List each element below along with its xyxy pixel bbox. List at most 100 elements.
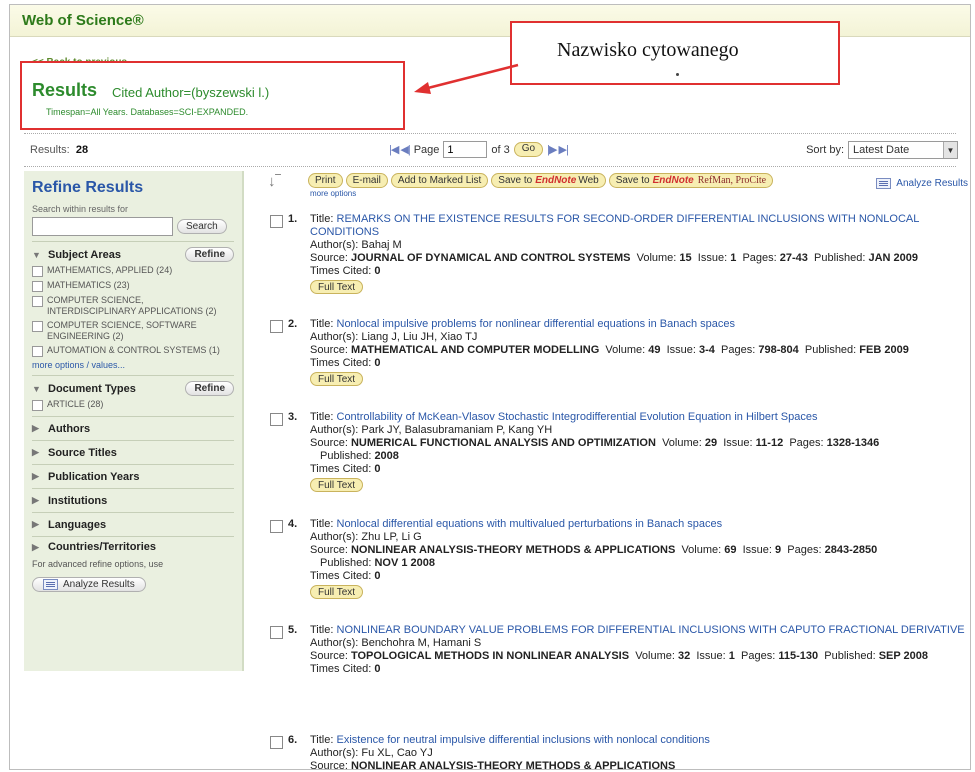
refine-sidebar: Refine Results Search within results for… (24, 171, 244, 671)
checkbox[interactable] (32, 266, 43, 277)
divider (24, 133, 956, 134)
expand-triangle-icon: ▶ (32, 423, 39, 433)
results-summary-box: Results Cited Author=(byszewski l.) Time… (20, 61, 405, 130)
list-item: 3. Title: Controllability of McKean-Vlas… (268, 411, 968, 518)
refine-subject-button[interactable]: Refine (185, 247, 234, 262)
save-to-endnote-refman-button[interactable]: Save to EndNote RefMan, ProCite (608, 173, 774, 188)
subject-areas-header[interactable]: ▼ Subject Areas Refine (32, 247, 234, 262)
sort-select[interactable]: Latest Date ▼ (848, 141, 958, 159)
annotation-text: Nazwisko cytowanego (557, 39, 739, 61)
expand-triangle-icon: ▶ (32, 519, 39, 529)
expand-triangle-icon: ▶ (32, 447, 39, 457)
countries-section[interactable]: ▶ Countries/Territories (32, 537, 234, 557)
add-to-marked-list-button[interactable]: Add to Marked List (390, 173, 489, 188)
record-checkbox[interactable] (270, 320, 283, 333)
page-label: Page (413, 143, 440, 156)
advanced-refine-text: For advanced refine options, use (32, 559, 164, 569)
annotation-dot (676, 73, 679, 76)
publication-years-section[interactable]: ▶ Publication Years (32, 465, 234, 489)
checkbox[interactable] (32, 281, 43, 292)
languages-section[interactable]: ▶ Languages (32, 513, 234, 537)
subject-filter-item[interactable]: AUTOMATION & CONTROL SYSTEMS (1) (32, 345, 234, 357)
full-text-button[interactable]: Full Text (310, 280, 364, 294)
list-item: 5. Title: NONLINEAR BOUNDARY VALUE PROBL… (268, 624, 968, 734)
document-types-header[interactable]: ▼ Document Types Refine (32, 381, 234, 396)
select-arrow-icon: ↓‾ (268, 173, 281, 190)
expand-triangle-icon: ▶ (32, 495, 39, 505)
results-list: 1. Title: REMARKS ON THE EXISTENCE RESUL… (268, 213, 968, 769)
first-prev-page-icon[interactable]: |◀ ◀| (389, 143, 411, 156)
record-title-link[interactable]: NONLINEAR BOUNDARY VALUE PROBLEMS FOR DI… (337, 624, 965, 636)
results-toolbar: Results: 28 |◀ ◀| Page of 3 Go |▶ ▶| Sor… (24, 138, 958, 164)
subject-filter-item[interactable]: MATHEMATICS (23) (32, 280, 234, 292)
record-title-link[interactable]: Existence for neutral impulsive differen… (337, 734, 710, 746)
checkbox[interactable] (32, 321, 43, 332)
save-to-endnote-web-button[interactable]: Save to EndNote Web (491, 173, 606, 188)
subject-filter-item[interactable]: MATHEMATICS, APPLIED (24) (32, 265, 234, 277)
record-title-link[interactable]: REMARKS ON THE EXISTENCE RESULTS FOR SEC… (310, 213, 919, 238)
institutions-section[interactable]: ▶ Institutions (32, 489, 234, 513)
list-icon (876, 178, 892, 189)
record-checkbox[interactable] (270, 413, 283, 426)
results-heading: Results (32, 80, 98, 100)
browser-frame: Web of Science® << Back to previous Resu… (9, 4, 971, 770)
checkbox[interactable] (32, 296, 43, 307)
full-text-button[interactable]: Full Text (310, 585, 364, 599)
search-within-input[interactable] (32, 217, 173, 236)
sort-control: Sort by: Latest Date ▼ (806, 141, 958, 159)
results-count: 28 (75, 144, 89, 156)
pager: |◀ ◀| Page of 3 Go |▶ ▶| (389, 141, 569, 158)
record-title-link[interactable]: Nonlocal impulsive problems for nonlinea… (337, 318, 735, 330)
sort-label: Sort by: (806, 144, 844, 156)
timespan-info: Timespan=All Years. Databases=SCI-EXPAND… (46, 107, 249, 117)
sort-value: Latest Date (853, 144, 910, 156)
refine-results-title: Refine Results (32, 179, 144, 196)
collapse-triangle-icon: ▼ (32, 249, 41, 260)
results-count-label: Results: 28 (30, 144, 89, 156)
full-text-button[interactable]: Full Text (310, 478, 364, 492)
record-checkbox[interactable] (270, 215, 283, 228)
record-actions-bar: ↓‾ Print E-mail Add to Marked List Save … (268, 171, 968, 198)
checkbox[interactable] (32, 400, 43, 411)
record-title-link[interactable]: Controllability of McKean-Vlasov Stochas… (337, 411, 818, 423)
record-number: 6. (288, 734, 298, 746)
record-checkbox[interactable] (270, 736, 283, 749)
analyze-results-button[interactable]: Analyze Results (32, 577, 146, 592)
record-checkbox[interactable] (270, 626, 283, 639)
more-options-link[interactable]: more options / values... (32, 360, 234, 370)
search-within-hint: Search within results for (32, 204, 129, 214)
email-button[interactable]: E-mail (345, 173, 388, 188)
annotation-arrow-icon (414, 63, 519, 94)
list-item: 4. Title: Nonlocal differential equation… (268, 518, 968, 624)
subject-filter-item[interactable]: COMPUTER SCIENCE, INTERDISCIPLINARY APPL… (32, 295, 234, 317)
cited-author-query: Cited Author=(byszewski l.) (112, 85, 270, 100)
record-number: 2. (288, 318, 298, 330)
subject-filter-item[interactable]: COMPUTER SCIENCE, SOFTWARE ENGINEERING (… (32, 320, 234, 342)
chevron-down-icon: ▼ (943, 142, 957, 158)
wos-logo-title[interactable]: Web of Science® (22, 12, 144, 29)
divider (24, 166, 956, 167)
record-checkbox[interactable] (270, 520, 283, 533)
more-options-link[interactable]: more options (310, 189, 356, 198)
expand-triangle-icon: ▶ (32, 471, 39, 481)
list-item: 1. Title: REMARKS ON THE EXISTENCE RESUL… (268, 213, 968, 318)
print-button[interactable]: Print (308, 173, 343, 188)
list-icon (43, 579, 58, 590)
refine-doctype-button[interactable]: Refine (185, 381, 234, 396)
record-title-link[interactable]: Nonlocal differential equations with mul… (337, 518, 723, 530)
annotation-callout: Nazwisko cytowanego (510, 21, 840, 85)
list-item: 2. Title: Nonlocal impulsive problems fo… (268, 318, 968, 411)
search-button[interactable]: Search (177, 219, 227, 234)
record-number: 1. (288, 213, 298, 225)
list-item: 6. Title: Existence for neutral impulsiv… (268, 734, 968, 769)
page-number-input[interactable] (443, 141, 488, 158)
analyze-results-link[interactable]: Analyze Results (876, 178, 968, 189)
go-button[interactable]: Go (513, 142, 544, 157)
doctype-filter-item[interactable]: ARTICLE (28) (32, 399, 234, 411)
record-number: 4. (288, 518, 298, 530)
source-titles-section[interactable]: ▶ Source Titles (32, 441, 234, 465)
authors-section[interactable]: ▶ Authors (32, 417, 234, 441)
full-text-button[interactable]: Full Text (310, 372, 364, 386)
next-last-page-icon[interactable]: |▶ ▶| (547, 143, 569, 156)
checkbox[interactable] (32, 346, 43, 357)
